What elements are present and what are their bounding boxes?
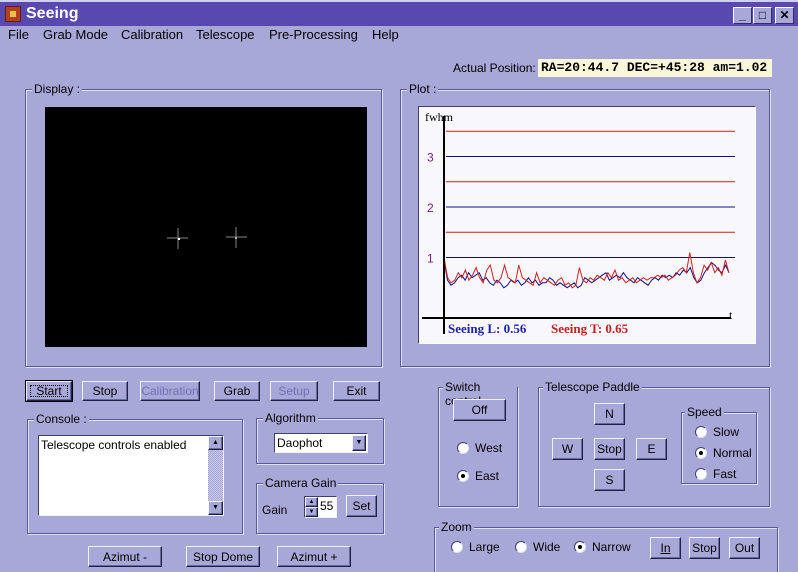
y-tick-label-3: 3 [427,151,434,165]
paddle-east-button[interactable]: E [636,438,667,460]
dropdown-arrow-icon[interactable]: ▼ [352,435,366,451]
radio-zoom-narrow[interactable]: Narrow [574,540,631,554]
y-axis-label: fwhm [425,110,454,124]
console-scrollbar[interactable]: ▲ ▼ [208,436,223,515]
x-axis-label: t [729,308,733,322]
seeing-t-readout: Seeing T: 0.65 [551,321,629,336]
menu-grab-mode[interactable]: Grab Mode [43,27,108,42]
series-line-seeing-l [443,259,730,289]
camera-gain-legend: Camera Gain [263,476,339,490]
menu-help[interactable]: Help [372,27,399,42]
stop-button[interactable]: Stop [82,381,128,401]
azimut-minus-button[interactable]: Azimut - [88,546,162,567]
scroll-up-arrow-icon[interactable]: ▲ [208,436,223,450]
switch-control-group: Switch control Off West East [438,380,518,507]
y-tick-label-1: 1 [427,252,434,266]
gain-spinner[interactable]: ▲ ▼ 55 [304,496,337,518]
display-legend: Display : [32,82,83,96]
gain-down-arrow-icon[interactable]: ▼ [305,507,318,517]
grab-button[interactable]: Grab [214,381,260,401]
radio-speed-fast[interactable]: Fast [695,467,736,481]
algorithm-selected: Daophot [277,436,323,450]
radio-east-dot [457,470,469,482]
scroll-down-arrow-icon[interactable]: ▼ [208,501,223,515]
display-group: Display : [25,82,382,367]
paddle-stop-button[interactable]: Stop [594,438,625,460]
app-icon [5,6,21,22]
minimize-button[interactable]: _ [733,7,752,24]
star-left [178,238,180,240]
exit-button[interactable]: Exit [333,381,380,401]
setup-button[interactable]: Setup [270,381,318,401]
console-group: Console : Telescope controls enabled ▲ ▼ [27,412,243,534]
menu-bar: File Grab Mode Calibration Telescope Pre… [0,26,798,46]
gain-up-arrow-icon[interactable]: ▲ [305,497,318,507]
console-legend: Console : [34,412,89,426]
window-title: Seeing [26,5,79,22]
zoom-stop-button[interactable]: Stop [689,537,720,559]
telescope-paddle-legend: Telescope Paddle [543,380,642,394]
actual-position-label: Actual Position: [453,61,536,75]
console-textarea[interactable]: Telescope controls enabled ▲ ▼ [38,435,224,516]
speed-group: Speed Slow Normal Fast [681,405,757,484]
paddle-north-button[interactable]: N [594,403,625,425]
paddle-south-button[interactable]: S [594,469,625,491]
star-marker-left [167,228,188,249]
radio-east[interactable]: East [457,469,499,483]
stop-dome-button[interactable]: Stop Dome [186,546,260,567]
radio-zoom-large[interactable]: Large [451,540,500,554]
calibration-button[interactable]: Calibration [140,381,200,401]
algorithm-legend: Algorithm [263,411,318,425]
start-button[interactable]: Start [25,380,73,402]
zoom-legend: Zoom [439,520,474,534]
menu-telescope[interactable]: Telescope [196,27,255,42]
radio-speed-normal[interactable]: Normal [695,446,752,460]
zoom-in-button[interactable]: In [650,537,681,559]
algorithm-select[interactable]: Daophot ▼ [274,433,368,453]
menu-calibration[interactable]: Calibration [121,27,183,42]
radio-west[interactable]: West [457,441,502,455]
switch-off-button[interactable]: Off [453,399,506,421]
plot-legend: Plot : [407,82,439,96]
menu-file[interactable]: File [8,27,29,42]
camera-display[interactable] [45,107,367,347]
zoom-group: Zoom Large Wide Narrow In Stop Out [434,520,778,572]
speed-legend: Speed [685,405,724,419]
radio-west-dot [457,442,469,454]
y-tick-label-2: 2 [427,201,434,215]
gain-set-button[interactable]: Set [346,495,377,517]
seeing-l-readout: Seeing L: 0.56 [448,321,527,336]
paddle-west-button[interactable]: W [552,438,583,460]
menu-pre-processing[interactable]: Pre-Processing [269,27,358,42]
gain-value[interactable]: 55 [320,499,333,513]
radio-speed-slow[interactable]: Slow [695,425,739,439]
plot-canvas: fwhm t 1 2 3 Seeing L: 0.56 Seeing T: 0.65 [418,106,756,344]
telescope-paddle-group: Telescope Paddle N W Stop E S Speed Slow… [538,380,770,507]
camera-gain-group: Camera Gain Gain ▲ ▼ 55 Set [256,476,384,534]
gain-label: Gain [262,503,288,517]
plot-group: Plot : fwhm t 1 2 3 Seeing L: 0.56 Seeing … [400,82,770,367]
title-bar: Seeing _ □ ✕ [0,0,798,26]
actual-position-readout: RA=20:44.7 DEC=+45:28 am=1.02 [538,59,772,77]
azimut-plus-button[interactable]: Azimut + [277,546,351,567]
algorithm-group: Algorithm Daophot ▼ [256,411,384,464]
zoom-out-button[interactable]: Out [729,537,760,559]
star-right [235,237,237,239]
console-text: Telescope controls enabled [41,438,187,452]
radio-zoom-wide[interactable]: Wide [515,540,560,554]
fwhm-chart: fwhm t 1 2 3 Seeing L: 0.56 Seeing T: 0.65 [422,110,735,336]
maximize-button[interactable]: □ [753,7,772,24]
close-button[interactable]: ✕ [775,7,794,24]
